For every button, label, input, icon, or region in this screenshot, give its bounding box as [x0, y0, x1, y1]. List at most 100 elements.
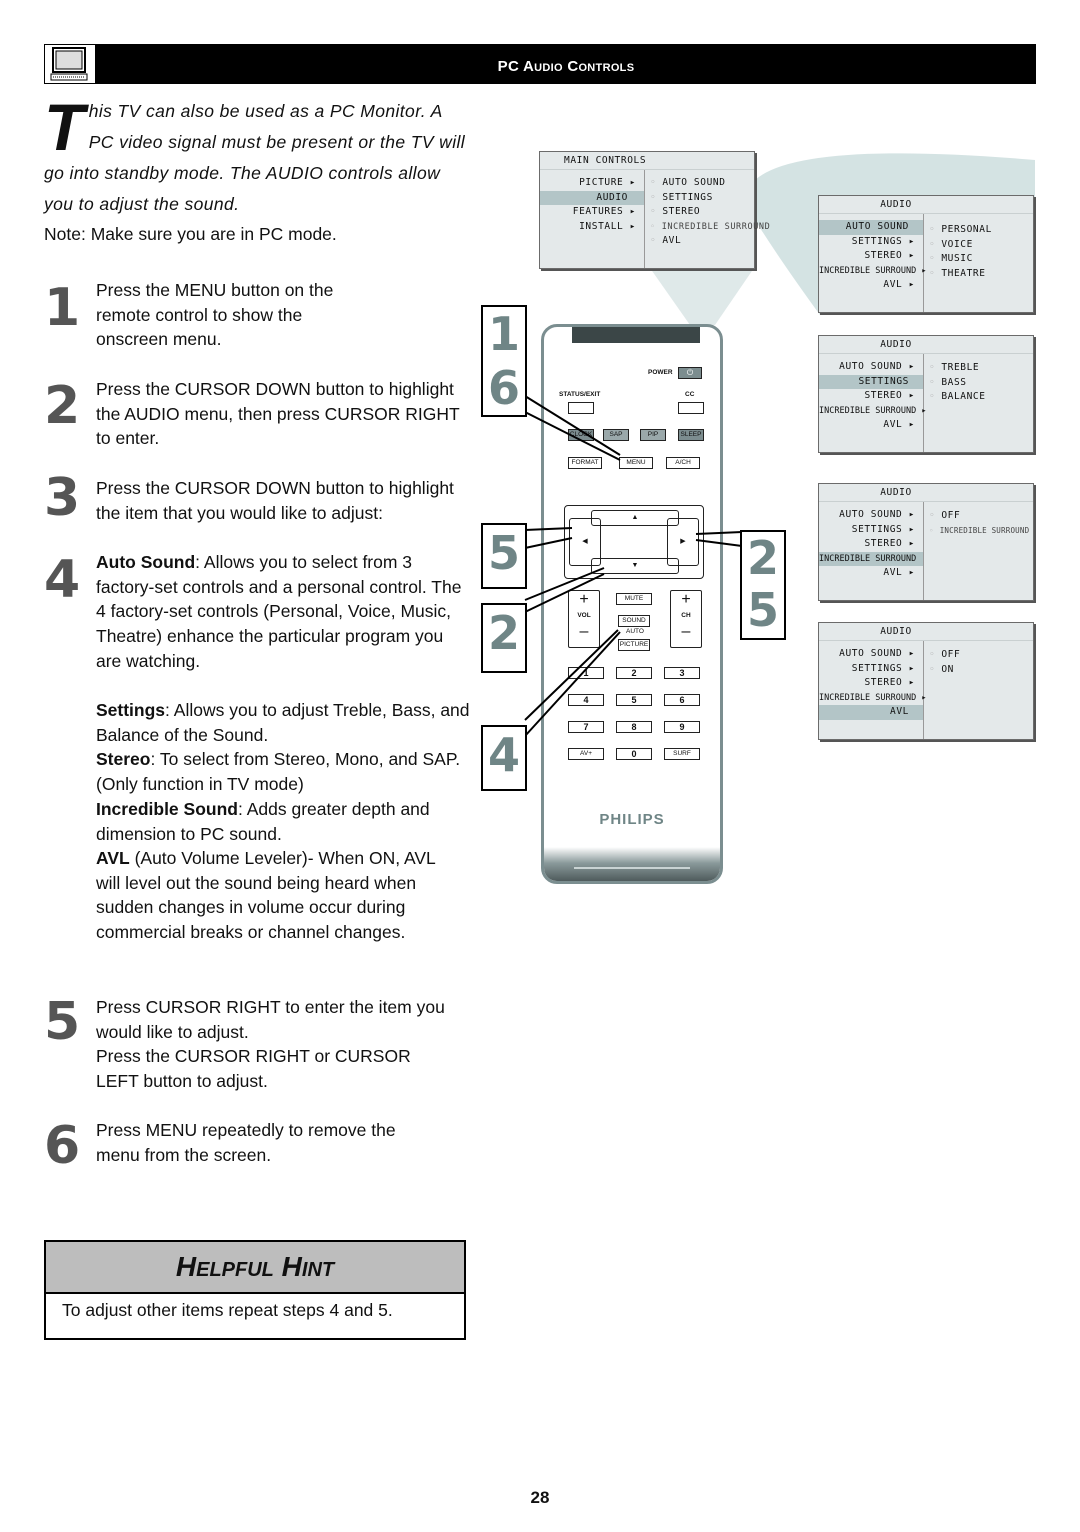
menu-right-column: ◦ OFF ◦ ON [929, 641, 960, 677]
av-plus-button[interactable]: AV+ [568, 748, 604, 760]
submenu-item[interactable]: ◦ AVL [650, 234, 770, 249]
menu-item-settings[interactable]: SETTINGS ▸ [819, 235, 923, 250]
step-text: Press CURSOR RIGHT to enter the item you… [96, 997, 445, 1042]
option-theatre[interactable]: ◦ THEATRE [929, 267, 992, 282]
cursor-down-button[interactable]: ▼ [591, 558, 679, 574]
option-off[interactable]: ◦ OFF [929, 509, 1029, 524]
option-personal[interactable]: ◦ PERSONAL [929, 223, 992, 238]
cursor-left-button[interactable]: ◀ [569, 518, 601, 566]
digit-9-button[interactable]: 9 [664, 721, 700, 733]
auto-label: AUTO [626, 628, 644, 635]
cursor-right-button[interactable]: ▶ [667, 518, 699, 566]
hint-text: To adjust other items repeat steps 4 and… [62, 1300, 393, 1320]
menu-title: AUDIO [819, 484, 1033, 502]
option-music[interactable]: ◦ MUSIC [929, 252, 992, 267]
option-voice[interactable]: ◦ VOICE [929, 238, 992, 253]
menu-item-incredible-surround[interactable]: INCREDIBLE SURROUND ▸ [819, 404, 926, 419]
format-button[interactable]: FORMAT [568, 457, 602, 469]
menu-item-stereo[interactable]: STEREO ▸ [819, 676, 923, 691]
callout-number: 2 [746, 531, 779, 585]
menu-title: AUDIO [819, 623, 1033, 641]
ch-up[interactable]: + [671, 591, 701, 609]
ch-down[interactable]: – [671, 623, 701, 641]
sap-button[interactable]: SAP [603, 429, 629, 441]
osd-audio-menu-incredible-surround: AUDIO AUTO SOUND ▸ SETTINGS ▸ STEREO ▸ I… [818, 483, 1034, 601]
osd-audio-menu-avl: AUDIO AUTO SOUND ▸ SETTINGS ▸ STEREO ▸ I… [818, 622, 1034, 740]
submenu-item[interactable]: ◦ AUTO SOUND [650, 176, 770, 191]
menu-left-column: AUTO SOUND SETTINGS ▸ STEREO ▸ INCREDIBL… [819, 214, 926, 312]
menu-item-stereo[interactable]: STEREO ▸ [819, 389, 923, 404]
sleep-button[interactable]: SLEEP [678, 429, 704, 441]
callout-number: 1 [487, 307, 520, 361]
digit-7-button[interactable]: 7 [568, 721, 604, 733]
philips-logo: PHILIPS [599, 811, 665, 828]
cursor-up-button[interactable]: ▲ [591, 510, 679, 526]
menu-item-settings[interactable]: SETTINGS [819, 374, 923, 389]
menu-item-incredible-surround[interactable]: INCREDIBLE SURROUND [819, 551, 923, 566]
submenu-item[interactable]: ◦ SETTINGS [650, 191, 770, 206]
surf-button[interactable]: SURF [664, 748, 700, 760]
menu-item-avl[interactable]: AVL ▸ [819, 418, 923, 433]
a-ch-button[interactable]: A/CH [666, 457, 700, 469]
menu-item-picture[interactable]: PICTURE ▸ [540, 176, 644, 191]
digit-1-button[interactable]: 1 [568, 667, 604, 679]
option-treble[interactable]: ◦ TREBLE [929, 361, 986, 376]
digit-8-button[interactable]: 8 [616, 721, 652, 733]
menu-item-avl[interactable]: AVL ▸ [819, 278, 923, 293]
picture-button[interactable]: PICTURE [618, 639, 650, 651]
remote-base [544, 847, 720, 881]
menu-item-incredible-surround[interactable]: INCREDIBLE SURROUND ▸ [819, 264, 926, 279]
power-label: POWER [648, 369, 673, 376]
digit-2-button[interactable]: 2 [616, 667, 652, 679]
pip-button[interactable]: PIP [640, 429, 666, 441]
cc-label: CC [685, 391, 695, 398]
callout-menu-steps: 16 [481, 305, 527, 417]
option-bass[interactable]: ◦ BASS [929, 376, 986, 391]
option-incredible-surround[interactable]: ◦ INCREDIBLE SURROUND [929, 524, 1029, 539]
menu-item-features[interactable]: FEATURES ▸ [540, 205, 644, 220]
menu-item-settings[interactable]: SETTINGS ▸ [819, 662, 923, 677]
menu-item-stereo[interactable]: STEREO ▸ [819, 537, 923, 552]
step-number: 5 [44, 992, 81, 1052]
vol-up[interactable]: + [569, 591, 599, 609]
cc-button[interactable] [678, 402, 704, 414]
digit-5-button[interactable]: 5 [616, 694, 652, 706]
menu-item-settings[interactable]: SETTINGS ▸ [819, 523, 923, 538]
menu-item-auto-sound[interactable]: AUTO SOUND [819, 220, 923, 235]
menu-left-column: AUTO SOUND ▸ SETTINGS ▸ STEREO ▸ INCREDI… [819, 502, 924, 600]
power-button[interactable]: ⏻ [678, 367, 702, 379]
option-off[interactable]: ◦ OFF [929, 648, 960, 663]
menu-item-install[interactable]: INSTALL ▸ [540, 220, 644, 235]
menu-item-auto-sound[interactable]: AUTO SOUND ▸ [819, 360, 923, 375]
digit-3-button[interactable]: 3 [664, 667, 700, 679]
menu-item-auto-sound[interactable]: AUTO SOUND ▸ [819, 647, 923, 662]
cursor-pad: ▲ ▼ ◀ ▶ [564, 505, 704, 579]
ir-window [572, 327, 700, 343]
menu-item-avl[interactable]: AVL [819, 705, 923, 720]
callout-cursor-right: 25 [740, 530, 786, 640]
menu-button[interactable]: MENU [619, 457, 653, 469]
option-on[interactable]: ◦ ON [929, 663, 960, 678]
channel-rocker[interactable]: + CH – [670, 590, 702, 648]
menu-item-avl[interactable]: AVL ▸ [819, 566, 923, 581]
status-exit-button[interactable] [568, 402, 594, 414]
digit-4-button[interactable]: 4 [568, 694, 604, 706]
option-balance[interactable]: ◦ BALANCE [929, 390, 986, 405]
menu-item-incredible-surround[interactable]: INCREDIBLE SURROUND ▸ [819, 691, 926, 706]
vol-down[interactable]: – [569, 623, 599, 641]
ch-label: CH [681, 612, 691, 619]
menu-item-auto-sound[interactable]: AUTO SOUND ▸ [819, 508, 923, 523]
sound-button[interactable]: SOUND [618, 615, 650, 627]
clock-button[interactable]: CLOCK [568, 429, 594, 441]
menu-item-audio[interactable]: AUDIO [540, 190, 644, 205]
digit-6-button[interactable]: 6 [664, 694, 700, 706]
menu-left-column: AUTO SOUND ▸ SETTINGS ▸ STEREO ▸ INCREDI… [819, 641, 926, 739]
menu-title: AUDIO [819, 196, 1033, 214]
volume-rocker[interactable]: + VOL – [568, 590, 600, 648]
menu-item-stereo[interactable]: STEREO ▸ [819, 249, 923, 264]
menu-title: MAIN CONTROLS [540, 152, 754, 170]
mute-button[interactable]: MUTE [616, 593, 652, 605]
submenu-item[interactable]: ◦ STEREO [650, 205, 770, 220]
digit-0-button[interactable]: 0 [616, 748, 652, 760]
submenu-item[interactable]: ◦ INCREDIBLE SURROUND [650, 220, 770, 235]
